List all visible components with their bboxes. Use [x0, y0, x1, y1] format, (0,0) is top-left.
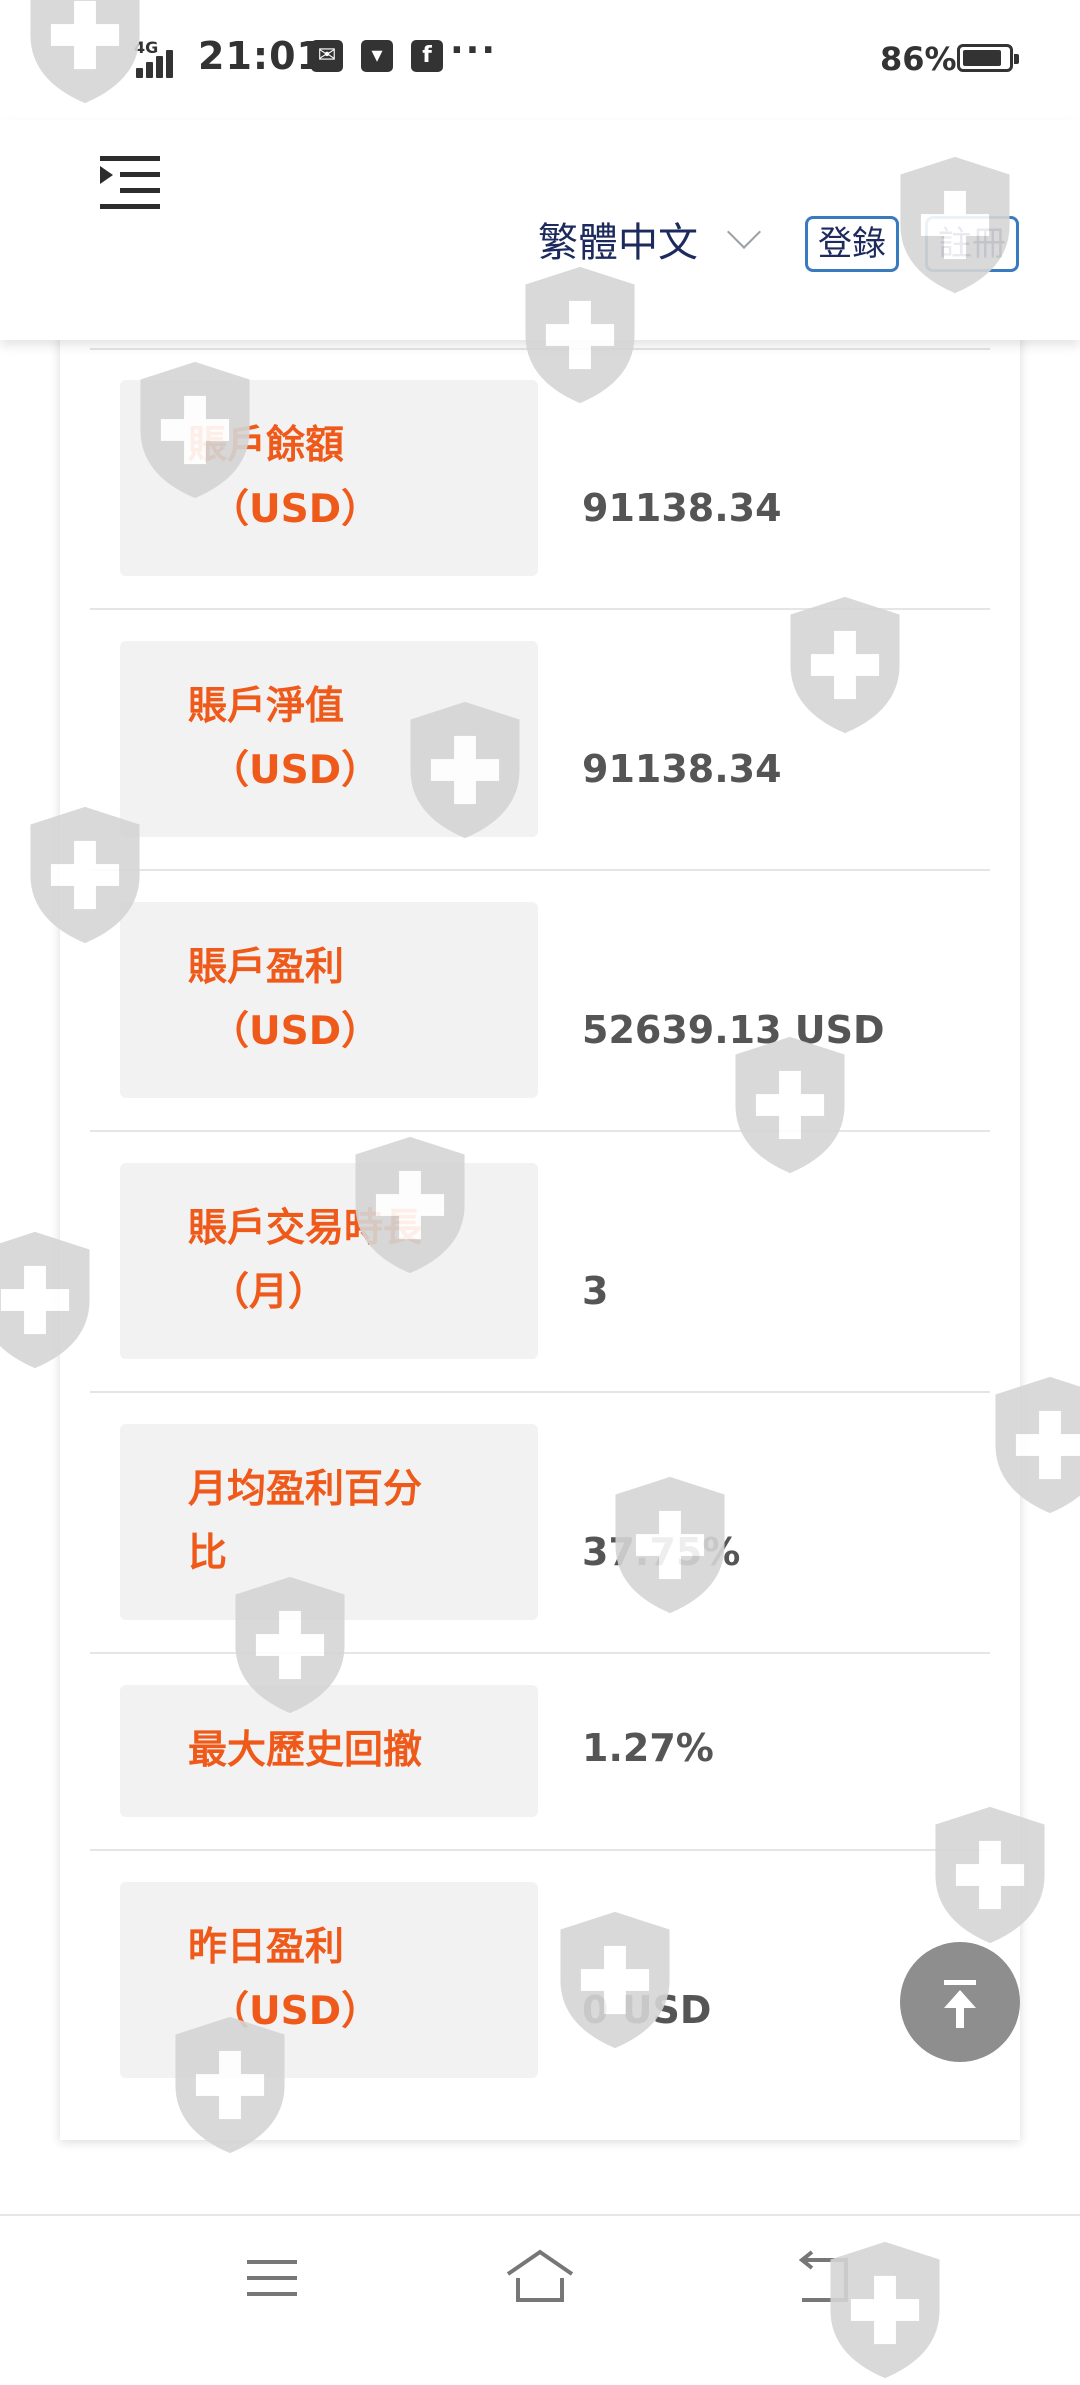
stat-value: 52639.13 USD [582, 1008, 885, 1052]
stat-unit: 比 [188, 1531, 228, 1576]
divider [90, 869, 990, 871]
divider [90, 1391, 990, 1393]
back-icon [798, 2250, 848, 2302]
stat-unit: （月） [210, 1270, 328, 1315]
stat-label: 月均盈利百分 [188, 1467, 423, 1512]
stat-label: 賬戶淨值 [188, 684, 345, 729]
stat-unit: （USD） [210, 487, 381, 532]
stat-label-box: 賬戶盈利 （USD） [120, 902, 538, 1098]
stat-label-box: 月均盈利百分 比 [120, 1424, 538, 1620]
recent-apps-button[interactable] [211, 2216, 331, 2342]
signal-icon: 4G [132, 38, 192, 78]
divider [90, 348, 990, 350]
register-button[interactable]: 註冊 [925, 216, 1019, 272]
stat-label: 賬戶盈利 [188, 945, 345, 990]
stat-value: 91138.34 [582, 747, 782, 791]
stat-label: 最大歷史回撤 [188, 1728, 423, 1773]
account-stats-card: 賬戶餘額 （USD） 91138.34 賬戶淨值 （USD） 91138.34 … [60, 320, 1020, 2140]
stat-label-box: 賬戶餘額 （USD） [120, 380, 538, 576]
battery-icon [957, 44, 1019, 72]
home-icon [506, 2249, 574, 2302]
stat-value: 91138.34 [582, 486, 782, 530]
system-navigation-bar [0, 2214, 1080, 2342]
language-selector[interactable]: 繁體中文 [538, 210, 698, 268]
network-type: 4G [134, 38, 159, 57]
status-bar: 4G 21:01 ✉ ▾ f ··· 86% [0, 0, 1080, 120]
stat-label-box: 昨日盈利 （USD） [120, 1882, 538, 2078]
login-button[interactable]: 登錄 [805, 216, 899, 272]
battery-percent: 86% [880, 40, 957, 78]
back-button[interactable] [764, 2216, 884, 2342]
stat-unit: （USD） [210, 1009, 381, 1054]
bag-icon: ▾ [361, 40, 393, 72]
stat-label: 昨日盈利 [188, 1925, 345, 1970]
stat-value: 3 [582, 1269, 609, 1313]
scroll-to-top-button[interactable] [900, 1942, 1020, 2062]
facebook-icon: f [411, 40, 443, 72]
recent-apps-icon [247, 2260, 297, 2296]
divider [90, 1849, 990, 1851]
stat-unit: （USD） [210, 748, 381, 793]
menu-indent-icon[interactable] [96, 150, 160, 214]
divider [90, 1130, 990, 1132]
stat-value: 1.27% [582, 1726, 714, 1770]
stat-label: 賬戶餘額 [188, 423, 345, 468]
more-notifications-icon: ··· [450, 30, 498, 71]
stat-label-box: 賬戶交易時長 （月） [120, 1163, 538, 1359]
stat-label: 賬戶交易時長 [188, 1206, 423, 1251]
stat-label-box: 最大歷史回撤 [120, 1685, 538, 1817]
status-time: 21:01 [198, 34, 324, 78]
home-button[interactable] [480, 2216, 600, 2342]
stat-unit: （USD） [210, 1989, 381, 2034]
divider [90, 1652, 990, 1654]
stat-value: 37.75% [582, 1530, 741, 1574]
stat-label-box: 賬戶淨值 （USD） [120, 641, 538, 837]
divider [90, 608, 990, 610]
mail-icon: ✉ [311, 40, 343, 72]
stat-value: 0 USD [582, 1988, 712, 2032]
